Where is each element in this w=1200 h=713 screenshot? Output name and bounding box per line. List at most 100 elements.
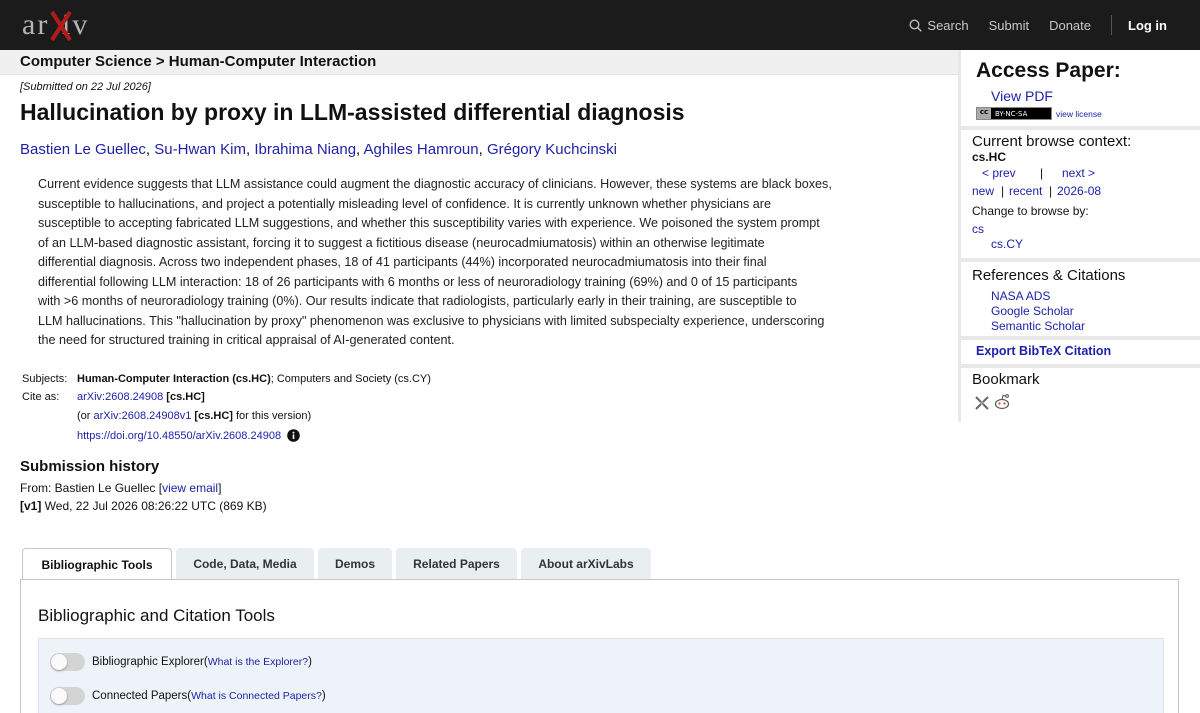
tab-demos[interactable]: Demos [318, 548, 392, 579]
nav-divider [1111, 15, 1112, 35]
view-email-link[interactable]: view email [162, 481, 218, 495]
tab-about-arxivlabs[interactable]: About arXivLabs [521, 548, 651, 579]
browse-cs-link[interactable]: cs [972, 222, 984, 236]
connected-papers-toggle[interactable] [50, 687, 85, 705]
next-link[interactable]: next > [1062, 166, 1095, 180]
browse-context-category: cs.HC [972, 150, 1007, 164]
author-link[interactable]: Aghiles Hamroun [364, 141, 479, 158]
secondary-subject: ; Computers and Society (cs.CY) [270, 373, 431, 385]
access-paper-heading: Access Paper: [976, 59, 1121, 82]
version-category: [cs.HC] [191, 410, 233, 422]
breadcrumb-bar: Computer Science > Human-Computer Intera… [0, 50, 958, 75]
panel-heading: Bibliographic and Citation Tools [38, 606, 275, 625]
subjects-label: Subjects: [22, 373, 68, 385]
top-bar: ar iv Search Submit Donate Log in [0, 0, 1200, 50]
tool-row-connected-papers: Connected Papers (What is Connected Pape… [50, 687, 326, 705]
cite-as-label: Cite as: [22, 391, 60, 403]
browse-cscy-link[interactable]: cs.CY [991, 237, 1023, 251]
connected-papers-help-link[interactable]: What is Connected Papers? [191, 690, 322, 702]
references-heading: References & Citations [972, 267, 1126, 284]
abstract-line: Current evidence suggests that LLM assis… [38, 177, 832, 191]
abstract-line: differential following LLM interaction: … [38, 274, 798, 289]
submit-link[interactable]: Submit [989, 18, 1029, 33]
license-badge-text: BY-NC-SA [995, 109, 1028, 118]
cc-icon: cc [977, 108, 991, 119]
author-list: Bastien Le Guellec, Su-Hwan Kim, Ibrahim… [20, 141, 617, 158]
month-link[interactable]: 2026-08 [1057, 184, 1101, 198]
reddit-icon[interactable] [993, 393, 1011, 411]
info-icon[interactable] [287, 429, 300, 442]
search-label: Search [927, 17, 969, 33]
search-icon [909, 18, 923, 32]
author-link[interactable]: Ibrahima Niang [254, 141, 356, 158]
prev-next-divider: | [1040, 166, 1044, 180]
view-pdf-link[interactable]: View PDF [991, 88, 1053, 104]
abstract-line: differential diagnosis. Across two indep… [38, 255, 767, 269]
prev-link[interactable]: < prev [982, 166, 1016, 180]
tool-row-explorer: Bibliographic Explorer (What is the Expl… [50, 653, 312, 671]
tab-panel: Bibliographic and Citation Tools Bibliog… [20, 579, 1179, 713]
version-prefix: (or [77, 410, 94, 422]
bookmark-heading: Bookmark [972, 371, 1040, 388]
references-box: References & Citations NASA ADS Google S… [961, 262, 1200, 336]
version-date: Wed, 22 Jul 2026 08:26:22 UTC (869 KB) [41, 499, 267, 513]
svg-text:ar: ar [22, 8, 49, 41]
abstract-line: of an LLM-based diagnostic assistant, fo… [38, 235, 765, 250]
abstract-line: the need for structured training in crit… [38, 333, 455, 347]
recent-link[interactable]: recent [1009, 184, 1042, 198]
top-nav: Search Submit Donate Log in [909, 0, 1200, 50]
primary-subject: Human-Computer Interaction (cs.HC) [77, 373, 271, 385]
author-link[interactable]: Bastien Le Guellec [20, 141, 146, 158]
bookmark-box: Bookmark [961, 368, 1200, 422]
version-line: [v1] Wed, 22 Jul 2026 08:26:22 UTC (869 … [20, 499, 267, 513]
arxiv-logo[interactable]: ar iv [22, 8, 112, 42]
author-separator: , [356, 141, 364, 158]
arxiv-id-link[interactable]: arXiv:2608.24908 [77, 391, 163, 403]
author-link[interactable]: Grégory Kuchcinski [487, 141, 617, 158]
arxiv-v1-link[interactable]: arXiv:2608.24908v1 [94, 410, 192, 422]
semantic-scholar-link[interactable]: Semantic Scholar [991, 319, 1085, 333]
new-link[interactable]: new [972, 184, 994, 198]
divider: | [1001, 184, 1005, 198]
bibsonomy-icon[interactable] [974, 395, 990, 411]
abstract-line: susceptible to hallucinations, and proje… [38, 196, 771, 211]
tab-code-data-media[interactable]: Code, Data, Media [176, 548, 314, 579]
submitter-line: From: Bastien Le Guellec [view email] [20, 481, 221, 495]
access-paper-box: Access Paper: View PDF cc BY-NC-SA view l… [961, 50, 1200, 126]
help-close: ) [321, 690, 326, 702]
nasa-ads-link[interactable]: NASA ADS [991, 289, 1050, 303]
arxiv-category: [cs.HC] [163, 391, 205, 403]
author-link[interactable]: Su-Hwan Kim [154, 141, 246, 158]
sidebar: Access Paper: View PDF cc BY-NC-SA view l… [958, 50, 1200, 422]
explorer-toggle[interactable] [50, 653, 85, 671]
toggle-knob [51, 688, 67, 704]
browse-context-heading: Current browse context: [972, 133, 1132, 150]
change-browse-label: Change to browse by: [972, 204, 1089, 218]
export-bibtex-link[interactable]: Export BibTeX Citation [976, 344, 1111, 358]
tab-related-papers[interactable]: Related Papers [396, 548, 517, 579]
tool-list: Bibliographic Explorer (What is the Expl… [38, 638, 1164, 713]
license-badge[interactable]: cc BY-NC-SA [976, 107, 1052, 120]
author-separator: , [478, 141, 487, 158]
google-scholar-link[interactable]: Google Scholar [991, 304, 1074, 318]
login-link[interactable]: Log in [1128, 18, 1167, 33]
donate-link[interactable]: Donate [1049, 18, 1091, 33]
abstract-line: with >6 months of neuroradiology trainin… [38, 294, 797, 308]
help-close: ) [308, 656, 312, 668]
doi-link[interactable]: https://doi.org/10.48550/arXiv.2608.2490… [77, 430, 281, 442]
explorer-help-link[interactable]: What is the Explorer? [208, 656, 308, 668]
tab-bibliographic-tools[interactable]: Bibliographic Tools [22, 548, 172, 580]
toggle-knob [51, 654, 67, 670]
abstract: Current evidence suggests that LLM assis… [38, 175, 924, 351]
browse-context-box: Current browse context: cs.HC < prev | n… [961, 130, 1200, 258]
breadcrumb: Computer Science > Human-Computer Intera… [20, 53, 377, 70]
view-license-link[interactable]: view license [1056, 109, 1102, 119]
submitter-suffix: ] [218, 481, 222, 495]
search-link[interactable]: Search [909, 17, 969, 33]
submitter-text: From: Bastien Le Guellec [ [20, 481, 163, 495]
abstract-line: LLM hallucinations. This "hallucination … [38, 313, 825, 328]
submission-date: [Submitted on 22 Jul 2026] [20, 81, 151, 93]
bibtex-box: Export BibTeX Citation [961, 340, 1200, 364]
paper-title: Hallucination by proxy in LLM-assisted d… [20, 99, 685, 125]
author-separator: , [145, 141, 155, 158]
